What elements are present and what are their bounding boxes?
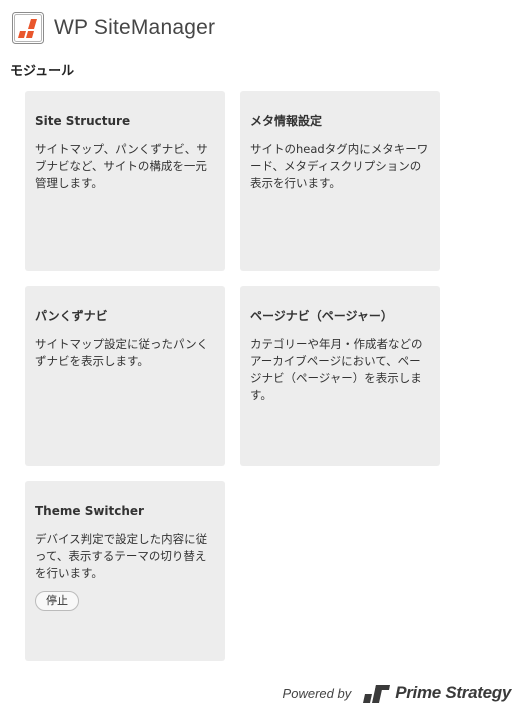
module-card-pagenavi: ページナビ（ページャー） カテゴリーや年月・作成者などのアーカイブページにおいて… bbox=[240, 286, 440, 466]
module-description: サイトのheadタグ内にメタキーワード、メタディスクリプションの表示を行います。 bbox=[250, 142, 429, 190]
module-description: サイトマップ、パンくずナビ、サブナビなど、サイトの構成を一元管理します。 bbox=[35, 142, 208, 190]
module-title: メタ情報設定 bbox=[250, 114, 323, 128]
module-description: カテゴリーや年月・作成者などのアーカイブページにおいて、ページナビ（ページャー）… bbox=[250, 337, 423, 402]
section-title: モジュール bbox=[10, 64, 75, 79]
wp-sitemanager-logo-icon bbox=[12, 12, 44, 44]
module-title: パンくずナビ bbox=[35, 309, 108, 323]
module-title: Theme Switcher bbox=[35, 504, 144, 518]
module-card-breadcrumb: パンくずナビ サイトマップ設定に従ったパンくずナビを表示します。 bbox=[25, 286, 225, 466]
module-card-site-structure: Site Structure サイトマップ、パンくずナビ、サブナビなど、サイトの… bbox=[25, 91, 225, 271]
prime-strategy-logo-icon bbox=[363, 685, 391, 703]
app-title: WP SiteManager bbox=[54, 16, 216, 39]
module-description: サイトマップ設定に従ったパンくずナビを表示します。 bbox=[35, 337, 209, 368]
module-card-meta: メタ情報設定 サイトのheadタグ内にメタキーワード、メタディスクリプションの表… bbox=[240, 91, 440, 271]
stop-button[interactable]: 停止 bbox=[35, 591, 79, 611]
module-card-theme-switcher: Theme Switcher デバイス判定で設定した内容に従って、表示するテーマ… bbox=[25, 481, 225, 661]
powered-by-label: Powered by bbox=[282, 685, 352, 701]
module-description: デバイス判定で設定した内容に従って、表示するテーマの切り替えを行います。 bbox=[35, 532, 208, 580]
app-header: WP SiteManager bbox=[12, 11, 215, 45]
module-title: Site Structure bbox=[35, 114, 131, 128]
footer-credit: Powered by Prime Strategy bbox=[283, 678, 511, 708]
module-title: ページナビ（ページャー） bbox=[250, 309, 393, 323]
prime-strategy-brand[interactable]: Prime Strategy bbox=[395, 683, 511, 703]
